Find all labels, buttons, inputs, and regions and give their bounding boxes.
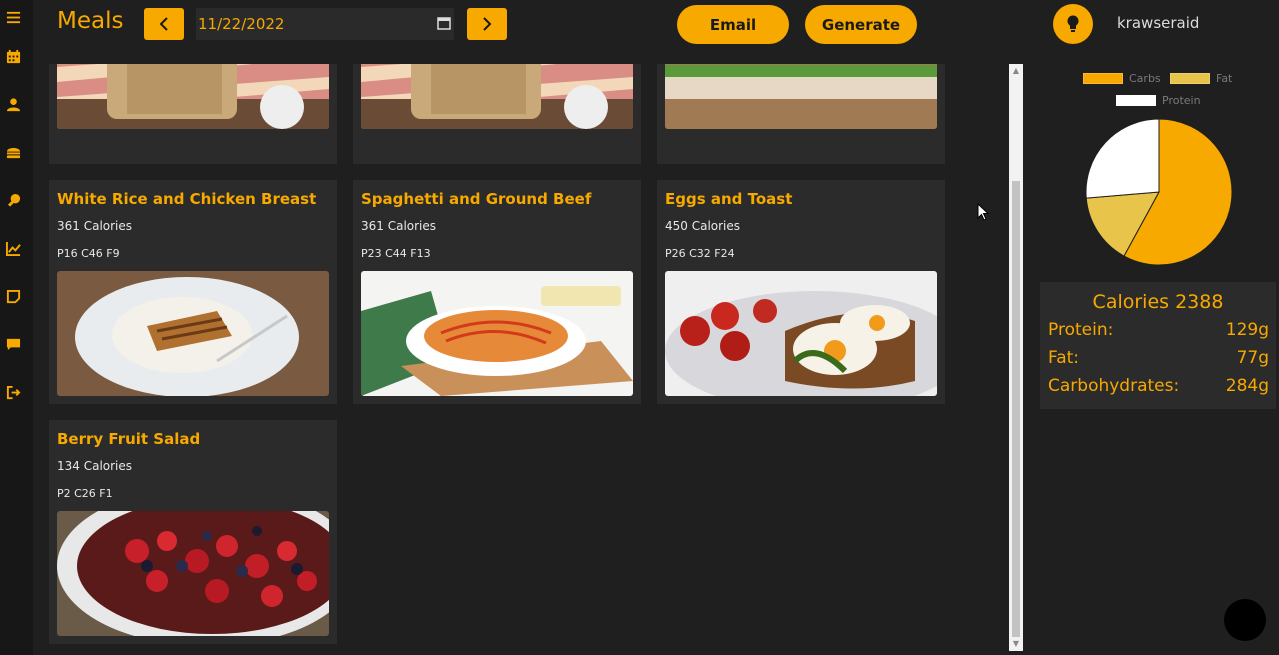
legend-swatch xyxy=(1083,73,1123,84)
meal-card[interactable] xyxy=(657,64,945,164)
protein-label: Protein: xyxy=(1048,320,1114,340)
legend-swatch xyxy=(1116,95,1156,106)
logout-icon[interactable] xyxy=(4,383,22,401)
chat-icon[interactable] xyxy=(4,335,22,353)
legend-label: Carbs xyxy=(1129,72,1161,85)
menu-icon[interactable] xyxy=(4,8,22,26)
sidebar xyxy=(0,0,33,655)
legend-carbs: Carbs xyxy=(1083,72,1161,85)
floating-action-button[interactable] xyxy=(1224,599,1266,641)
legend-fat: Fat xyxy=(1170,72,1232,85)
meal-image-berries xyxy=(57,511,329,636)
meal-image-oatmeal xyxy=(361,64,633,129)
meal-macros: P16 C46 F9 xyxy=(57,247,120,260)
user-icon[interactable] xyxy=(4,95,22,113)
fat-label: Fat: xyxy=(1048,348,1080,368)
lightbulb-icon xyxy=(1067,15,1079,32)
meal-macros: P26 C32 F24 xyxy=(665,247,735,260)
next-day-button[interactable] xyxy=(467,8,507,40)
legend-protein: Protein xyxy=(1116,94,1201,107)
chevron-left-icon xyxy=(159,17,168,31)
legend-label: Fat xyxy=(1216,72,1233,85)
scroll-up-arrow-icon[interactable]: ▲ xyxy=(1012,67,1020,75)
meal-card[interactable]: Berry Fruit Salad 134 Calories P2 C26 F1 xyxy=(49,420,337,644)
meal-title: Berry Fruit Salad xyxy=(57,430,201,448)
scrollbar-thumb[interactable] xyxy=(1012,181,1020,637)
meal-title: Eggs and Toast xyxy=(665,190,793,208)
chart-icon[interactable] xyxy=(4,239,22,257)
drumstick-icon[interactable] xyxy=(4,191,22,209)
legend-label: Protein xyxy=(1162,94,1201,107)
pie-slice-protein xyxy=(1085,118,1160,199)
calendar-picker-icon[interactable] xyxy=(437,16,451,30)
date-value: 11/22/2022 xyxy=(198,15,285,33)
meal-image-eggs-toast xyxy=(665,271,937,396)
meal-grid: White Rice and Chicken Breast 361 Calori… xyxy=(33,64,1009,655)
meal-calories: 134 Calories xyxy=(57,459,133,473)
carbs-value: 284g xyxy=(1225,376,1269,396)
protein-value: 129g xyxy=(1225,320,1269,340)
meal-list-scrollbar[interactable]: ▲ ▼ xyxy=(1009,64,1023,651)
meal-macros: P23 C44 F13 xyxy=(361,247,431,260)
username[interactable]: krawseraid xyxy=(1117,14,1199,32)
macro-pie-chart xyxy=(1085,118,1233,266)
fat-value: 77g xyxy=(1236,348,1269,368)
protein-row: Protein: 129g xyxy=(1048,320,1269,340)
scroll-down-arrow-icon[interactable]: ▼ xyxy=(1012,640,1020,648)
meal-calories: 361 Calories xyxy=(361,219,437,233)
meal-image-oatmeal xyxy=(57,64,329,129)
meal-title: Spaghetti and Ground Beef xyxy=(361,190,592,208)
carbs-label: Carbohydrates: xyxy=(1048,376,1180,396)
generate-button[interactable]: Generate xyxy=(805,5,917,44)
meal-calories: 361 Calories xyxy=(57,219,133,233)
legend-swatch xyxy=(1170,73,1210,84)
calendar-icon[interactable] xyxy=(4,47,22,65)
meal-image-sandwich xyxy=(665,64,937,129)
meal-card[interactable] xyxy=(49,64,337,164)
date-input[interactable]: 11/22/2022 xyxy=(196,8,454,40)
meal-card[interactable]: Eggs and Toast 450 Calories P26 C32 F24 xyxy=(657,180,945,404)
meal-calories: 450 Calories xyxy=(665,219,741,233)
meal-image-rice-chicken xyxy=(57,271,329,396)
carbs-row: Carbohydrates: 284g xyxy=(1048,376,1269,396)
nutrition-totals-card: Calories 2388 Protein: 129g Fat: 77g Car… xyxy=(1040,282,1276,409)
page-title: Meals xyxy=(57,8,124,34)
email-button[interactable]: Email xyxy=(677,5,789,44)
note-icon[interactable] xyxy=(4,287,22,305)
previous-day-button[interactable] xyxy=(144,8,184,40)
fat-row: Fat: 77g xyxy=(1048,348,1269,368)
chevron-right-icon xyxy=(483,17,492,31)
meal-macros: P2 C26 F1 xyxy=(57,487,113,500)
meal-card[interactable]: White Rice and Chicken Breast 361 Calori… xyxy=(49,180,337,404)
theme-toggle-button[interactable] xyxy=(1053,4,1093,44)
meal-title: White Rice and Chicken Breast xyxy=(57,190,317,208)
meal-card[interactable]: Spaghetti and Ground Beef 361 Calories P… xyxy=(353,180,641,404)
meal-card[interactable] xyxy=(353,64,641,164)
mouse-cursor-icon xyxy=(977,203,989,221)
meal-image-spaghetti xyxy=(361,271,633,396)
header: Meals 11/22/2022 Email Generate krawsera… xyxy=(33,0,1279,48)
nutrition-summary-panel: Carbs Fat Protein Calories 2388 Protein:… xyxy=(1023,64,1279,655)
total-calories: Calories 2388 xyxy=(1092,291,1224,313)
meal-icon[interactable] xyxy=(4,143,22,161)
